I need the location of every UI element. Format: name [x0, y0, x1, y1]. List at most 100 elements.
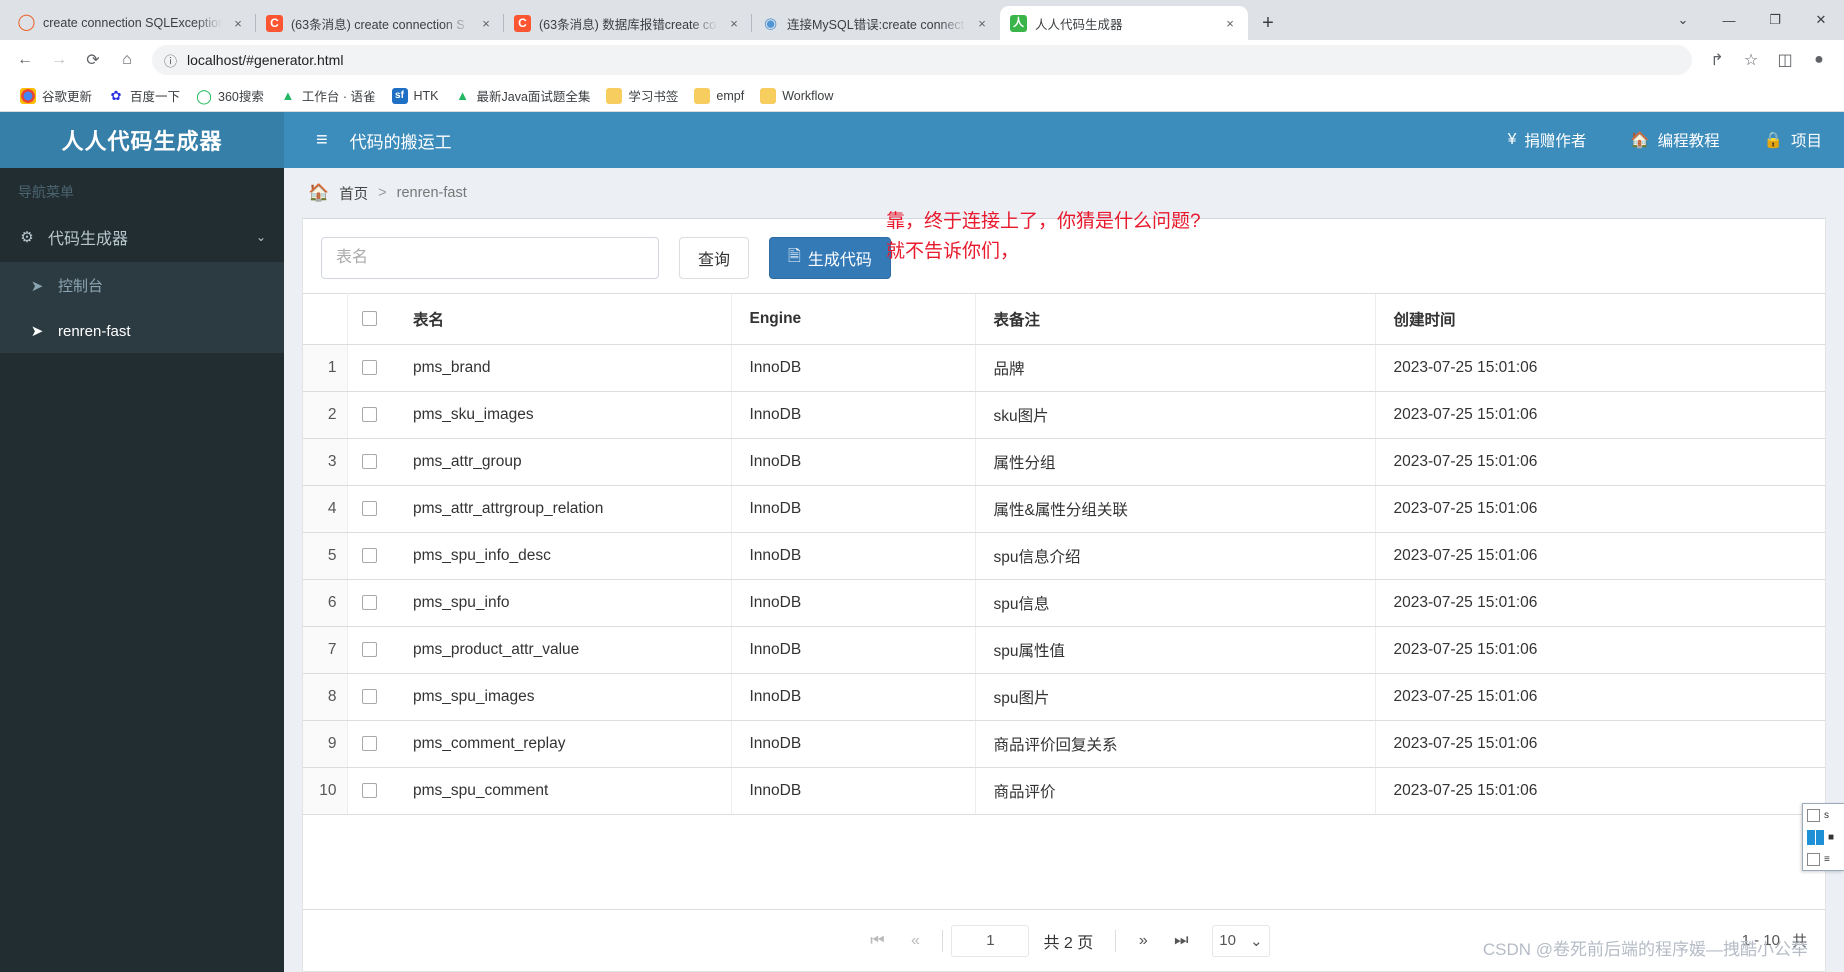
select-all-checkbox[interactable] — [361, 311, 377, 327]
profile-avatar[interactable]: ● — [1804, 45, 1834, 75]
search-input[interactable] — [321, 237, 659, 279]
hamburger-icon[interactable]: ≡ — [302, 130, 342, 150]
row-checkbox[interactable] — [361, 736, 377, 752]
first-page-button[interactable]: ⏮ — [858, 922, 896, 960]
topbar-link-project[interactable]: 🔒 项目 — [1742, 112, 1844, 168]
row-checkbox[interactable] — [361, 642, 377, 658]
row-checkbox[interactable] — [361, 595, 377, 611]
minimize-icon[interactable]: — — [1706, 0, 1752, 40]
floating-widget-row[interactable]: ≡ — [1803, 848, 1844, 870]
row-checkbox[interactable] — [361, 501, 377, 517]
prev-page-button[interactable]: « — [896, 922, 934, 960]
row-checkbox[interactable] — [361, 407, 377, 423]
app-brand[interactable]: 人人代码生成器 — [0, 112, 284, 168]
header-engine[interactable]: Engine — [730, 293, 975, 345]
topbar-link-donate[interactable]: ¥ 捐赠作者 — [1486, 112, 1609, 168]
close-icon[interactable]: × — [478, 15, 494, 31]
bookmark-item[interactable]: ✿ 百度一下 — [100, 83, 188, 108]
next-page-button[interactable]: » — [1124, 922, 1162, 960]
close-icon[interactable]: × — [726, 15, 742, 31]
row-select[interactable] — [347, 626, 391, 674]
header-created-time[interactable]: 创建时间 — [1374, 293, 1825, 345]
table-row[interactable]: 5 pms_spu_info_desc InnoDB spu信息介绍 2023-… — [303, 532, 1825, 580]
checkbox-icon[interactable] — [1807, 808, 1820, 822]
last-page-button[interactable]: ⏭ — [1162, 922, 1200, 960]
row-select[interactable] — [347, 391, 391, 439]
home-icon[interactable]: ⌂ — [112, 45, 142, 75]
bookmark-item[interactable]: sf HTK — [384, 85, 447, 107]
bookmark-item[interactable]: 谷歌更新 — [12, 83, 100, 108]
table-row[interactable]: 3 pms_attr_group InnoDB 属性分组 2023-07-25 … — [303, 438, 1825, 486]
row-checkbox[interactable] — [361, 548, 377, 564]
close-icon[interactable]: × — [974, 15, 990, 31]
topbar-link-tutorial[interactable]: 🏠 编程教程 — [1608, 112, 1741, 168]
row-select[interactable] — [347, 485, 391, 533]
close-icon[interactable]: × — [1222, 15, 1238, 31]
browser-tab[interactable]: ◯ create connection SQLException × — [8, 6, 256, 40]
header-remark[interactable]: 表备注 — [974, 293, 1375, 345]
share-icon[interactable]: ↱ — [1702, 45, 1732, 75]
sidebar-item-renren-fast[interactable]: ➤ renren-fast — [0, 309, 284, 353]
reload-icon[interactable]: ⟳ — [78, 45, 108, 75]
new-tab-button[interactable]: + — [1254, 9, 1282, 37]
row-checkbox[interactable] — [361, 783, 377, 799]
cell-remark: sku图片 — [974, 391, 1375, 439]
row-select[interactable] — [347, 344, 391, 392]
table-row[interactable]: 4 pms_attr_attrgroup_relation InnoDB 属性&… — [303, 485, 1825, 533]
browser-tab-active[interactable]: 人 人人代码生成器 × — [1000, 6, 1248, 40]
address-bar[interactable]: ⓘ localhost/#generator.html — [152, 45, 1692, 75]
table-row[interactable]: 8 pms_spu_images InnoDB spu图片 2023-07-25… — [303, 673, 1825, 721]
row-select[interactable] — [347, 579, 391, 627]
bookmark-item[interactable]: ▲ 工作台 · 语雀 — [272, 83, 384, 108]
chevron-down-icon[interactable]: ⌄ — [256, 230, 266, 244]
sidebar-group-code-generator[interactable]: ⚙ 代码生成器 ⌄ — [0, 212, 284, 262]
row-select[interactable] — [347, 532, 391, 580]
side-panel-icon[interactable]: ◫ — [1770, 45, 1800, 75]
table-row[interactable]: 7 pms_product_attr_value InnoDB spu属性值 2… — [303, 626, 1825, 674]
table-row[interactable]: 2 pms_sku_images InnoDB sku图片 2023-07-25… — [303, 391, 1825, 439]
bookmark-item[interactable]: empf — [686, 85, 752, 107]
minus-box-icon[interactable] — [1807, 852, 1820, 866]
back-icon[interactable]: ← — [10, 45, 40, 75]
table-row[interactable]: 10 pms_spu_comment InnoDB 商品评价 2023-07-2… — [303, 767, 1825, 815]
browser-tab[interactable]: C (63条消息) create connection S × — [255, 6, 504, 40]
header-table-name[interactable]: 表名 — [391, 293, 731, 345]
row-select[interactable] — [347, 767, 391, 815]
sidebar-item-console[interactable]: ➤ 控制台 — [0, 262, 284, 309]
row-checkbox[interactable] — [361, 689, 377, 705]
close-icon[interactable]: × — [230, 15, 246, 31]
query-button[interactable]: 查询 — [679, 237, 750, 279]
row-checkbox[interactable] — [361, 454, 377, 470]
bookmark-item[interactable]: ▲ 最新Java面试题全集 — [447, 83, 599, 108]
browser-tab[interactable]: C (63条消息) 数据库报错create co × — [503, 6, 752, 40]
header-select-all[interactable] — [347, 293, 391, 345]
floating-widget-row[interactable]: ■ — [1803, 826, 1844, 848]
breadcrumb-item-current: renren-fast — [396, 185, 467, 201]
forward-icon[interactable]: → — [44, 45, 74, 75]
bookmark-item[interactable]: ◯ 360搜索 — [188, 83, 272, 108]
row-select[interactable] — [347, 438, 391, 486]
bookmark-star-icon[interactable]: ☆ — [1736, 45, 1766, 75]
bookmark-item[interactable]: 学习书签 — [598, 83, 686, 108]
code-file-icon: 🗎 — [788, 247, 801, 265]
page-size-select[interactable]: 10 ⌄ — [1212, 924, 1270, 957]
close-window-icon[interactable]: ✕ — [1798, 0, 1844, 40]
browser-tab[interactable]: ◉ 连接MySQL错误:create connect × — [751, 6, 1000, 40]
row-select[interactable] — [347, 720, 391, 768]
chevron-down-icon[interactable]: ⌄ — [1660, 0, 1706, 40]
bookmark-item[interactable]: Workflow — [752, 85, 841, 107]
home-icon[interactable]: 🏠 — [308, 183, 329, 203]
row-checkbox[interactable] — [361, 360, 377, 376]
maximize-icon[interactable]: ❐ — [1752, 0, 1798, 40]
page-number-input[interactable] — [951, 924, 1030, 957]
table-row[interactable]: 6 pms_spu_info InnoDB spu信息 2023-07-25 1… — [303, 579, 1825, 627]
panel-icon[interactable] — [1807, 829, 1824, 845]
floating-widget[interactable]: s ■ ≡ — [1802, 803, 1844, 871]
table-row[interactable]: 9 pms_comment_replay InnoDB 商品评价回复关系 202… — [303, 720, 1825, 768]
table-row[interactable]: 1 pms_brand InnoDB 品牌 2023-07-25 15:01:0… — [303, 344, 1825, 392]
floating-widget-row[interactable]: s — [1803, 804, 1844, 826]
row-select[interactable] — [347, 673, 391, 721]
site-info-icon[interactable]: ⓘ — [164, 51, 177, 70]
generate-code-button[interactable]: 🗎 生成代码 — [769, 237, 891, 279]
breadcrumb-item-home[interactable]: 首页 — [339, 183, 368, 204]
